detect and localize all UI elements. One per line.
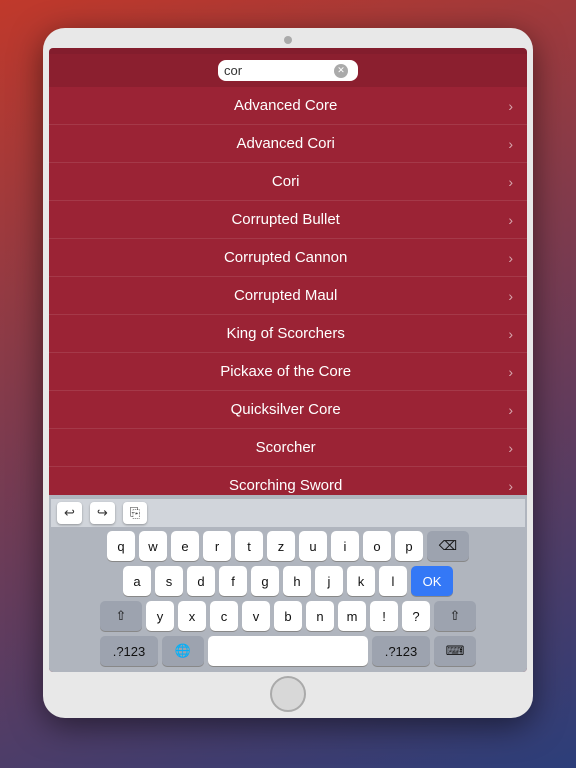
key[interactable]: f (219, 566, 247, 596)
key[interactable]: o (363, 531, 391, 561)
list-item[interactable]: King of Scorchers › (49, 315, 527, 353)
key[interactable]: ? (402, 601, 430, 631)
list-item-text: Quicksilver Core (63, 401, 508, 418)
list-item-text: Corrupted Cannon (63, 249, 508, 266)
keyboard-row: qwertzuiop⌫ (54, 531, 522, 561)
chevron-right-icon: › (508, 136, 513, 152)
list-item-text: Advanced Core (63, 97, 508, 114)
ipad-home-button[interactable] (270, 676, 306, 712)
keyboard-toolbar: ↩ ↪ ⎘ (51, 499, 525, 527)
key[interactable]: l (379, 566, 407, 596)
list-item[interactable]: Corrupted Cannon › (49, 239, 527, 277)
list-item[interactable]: Scorching Sword › (49, 467, 527, 495)
keyboard-row: asdfghjklOK (54, 566, 522, 596)
keyboard-rows: qwertzuiop⌫asdfghjklOK⇧yxcvbnm!?⇧.?123🌐.… (51, 527, 525, 668)
chevron-right-icon: › (508, 212, 513, 228)
key[interactable]: i (331, 531, 359, 561)
results-list: Advanced Core › Advanced Cori › Cori › C… (49, 87, 527, 495)
key[interactable]: a (123, 566, 151, 596)
toolbar-button[interactable]: ⎘ (123, 502, 147, 524)
list-item[interactable]: Quicksilver Core › (49, 391, 527, 429)
backspace-key[interactable]: ⌫ (427, 531, 469, 561)
search-bar-container: ✕ (49, 54, 527, 87)
key[interactable]: e (171, 531, 199, 561)
chevron-right-icon: › (508, 402, 513, 418)
key[interactable]: b (274, 601, 302, 631)
keyboard-row: .?123🌐.?123⌨ (54, 636, 522, 666)
chevron-right-icon: › (508, 478, 513, 494)
key[interactable]: g (251, 566, 279, 596)
list-item-text: Corrupted Maul (63, 287, 508, 304)
chevron-right-icon: › (508, 326, 513, 342)
key[interactable]: q (107, 531, 135, 561)
shift-key[interactable]: ⇧ (434, 601, 476, 631)
list-item-text: Cori (63, 173, 508, 190)
ipad-frame: ✕ Advanced Core › Advanced Cori › Cori ›… (43, 28, 533, 718)
key[interactable]: y (146, 601, 174, 631)
key[interactable]: m (338, 601, 366, 631)
key[interactable]: x (178, 601, 206, 631)
ok-key[interactable]: OK (411, 566, 453, 596)
key[interactable]: p (395, 531, 423, 561)
ipad-camera (284, 36, 292, 44)
numbers-key-2[interactable]: .?123 (372, 636, 430, 666)
list-item[interactable]: Corrupted Maul › (49, 277, 527, 315)
search-bar[interactable]: ✕ (218, 60, 358, 81)
list-item-text: King of Scorchers (63, 325, 508, 342)
keyboard-hide-key[interactable]: ⌨ (434, 636, 476, 666)
key[interactable]: k (347, 566, 375, 596)
key[interactable]: u (299, 531, 327, 561)
chevron-right-icon: › (508, 250, 513, 266)
list-item[interactable]: Corrupted Bullet › (49, 201, 527, 239)
list-item-text: Scorcher (63, 439, 508, 456)
globe-key[interactable]: 🌐 (162, 636, 204, 666)
chevron-right-icon: › (508, 174, 513, 190)
key[interactable]: z (267, 531, 295, 561)
key[interactable]: r (203, 531, 231, 561)
key[interactable]: t (235, 531, 263, 561)
key[interactable]: w (139, 531, 167, 561)
key[interactable]: d (187, 566, 215, 596)
numbers-key[interactable]: .?123 (100, 636, 158, 666)
chevron-right-icon: › (508, 364, 513, 380)
space-key[interactable] (208, 636, 368, 666)
list-item-text: Corrupted Bullet (63, 211, 508, 228)
chevron-right-icon: › (508, 440, 513, 456)
key[interactable]: c (210, 601, 238, 631)
list-item[interactable]: Advanced Core › (49, 87, 527, 125)
key[interactable]: ! (370, 601, 398, 631)
list-item[interactable]: Pickaxe of the Core › (49, 353, 527, 391)
keyboard-row: ⇧yxcvbnm!?⇧ (54, 601, 522, 631)
key[interactable]: n (306, 601, 334, 631)
clear-icon[interactable]: ✕ (334, 64, 348, 78)
ipad-screen: ✕ Advanced Core › Advanced Cori › Cori ›… (49, 48, 527, 672)
search-input[interactable] (224, 63, 334, 78)
key[interactable]: s (155, 566, 183, 596)
list-item-text: Pickaxe of the Core (63, 363, 508, 380)
key[interactable]: j (315, 566, 343, 596)
list-item[interactable]: Scorcher › (49, 429, 527, 467)
list-item-text: Advanced Cori (63, 135, 508, 152)
chevron-right-icon: › (508, 288, 513, 304)
list-item[interactable]: Cori › (49, 163, 527, 201)
chevron-right-icon: › (508, 98, 513, 114)
keyboard-area: ↩↪⎘ qwertzuiop⌫asdfghjklOK⇧yxcvbnm!?⇧.?1… (49, 495, 527, 672)
key[interactable]: h (283, 566, 311, 596)
toolbar-button[interactable]: ↩ (57, 502, 82, 524)
key[interactable]: v (242, 601, 270, 631)
shift-key[interactable]: ⇧ (100, 601, 142, 631)
list-item-text: Scorching Sword (63, 477, 508, 494)
list-item[interactable]: Advanced Cori › (49, 125, 527, 163)
toolbar-button[interactable]: ↪ (90, 502, 115, 524)
